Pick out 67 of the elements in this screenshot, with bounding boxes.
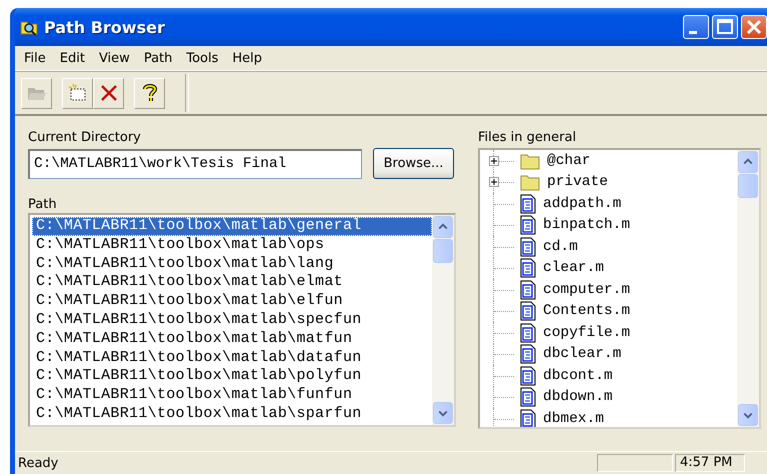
path-item[interactable]: C:\MATLABR11\toolbox\matlab\matfun: [32, 330, 432, 349]
file-icon: [520, 280, 536, 300]
scrollbar[interactable]: [432, 215, 454, 425]
path-item[interactable]: C:\MATLABR11\toolbox\matlab\ops: [32, 236, 432, 255]
file-icon: [520, 387, 536, 408]
scroll-thumb[interactable]: [738, 174, 758, 198]
file-name[interactable]: copyfile.m: [543, 324, 630, 341]
expand-icon[interactable]: [489, 156, 499, 166]
file-name[interactable]: binpatch.m: [543, 217, 630, 234]
file-name[interactable]: dbclear.m: [543, 346, 622, 362]
status-message: Ready: [18, 456, 58, 470]
scroll-up-button[interactable]: [433, 216, 453, 238]
path-item[interactable]: C:\MATLABR11\toolbox\matlab\elfun: [32, 292, 432, 311]
file-name[interactable]: dbdown.m: [543, 389, 613, 406]
path-item[interactable]: C:\MATLABR11\toolbox\matlab\datafun: [32, 348, 432, 368]
path-item[interactable]: C:\MATLABR11\toolbox\matlab\sparfun: [32, 404, 432, 424]
file-icon: [520, 215, 536, 236]
scroll-down-button[interactable]: [738, 404, 758, 426]
menu-item[interactable]: File: [17, 50, 53, 66]
file-icon: [520, 301, 536, 322]
menu-item[interactable]: Help: [225, 50, 270, 66]
folder-icon: [520, 173, 540, 192]
close-button[interactable]: [741, 15, 767, 39]
folder-name[interactable]: @char: [547, 152, 591, 169]
path-item[interactable]: C:\MATLABR11\toolbox\matlab\elmat: [32, 273, 432, 292]
browse-button[interactable]: Browse...: [373, 148, 454, 179]
file-icon: [520, 194, 536, 214]
help-button[interactable]: [134, 78, 165, 108]
list-label: Path: [28, 197, 58, 213]
delete-button[interactable]: [93, 78, 124, 108]
minimize-button[interactable]: [683, 15, 709, 39]
path-item[interactable]: C:\MATLABR11\toolbox\matlab\general: [32, 217, 432, 236]
folder-name[interactable]: private: [547, 174, 608, 190]
field-label: Current Directory: [28, 130, 142, 146]
file-icon: [520, 322, 536, 343]
file-icon: [520, 366, 536, 386]
menu-item[interactable]: Path: [136, 50, 180, 66]
file-name[interactable]: Contents.m: [543, 303, 630, 320]
scrollbar[interactable]: [737, 150, 759, 427]
menu-item[interactable]: View: [92, 50, 137, 66]
status-time: 4:57 PM: [675, 454, 745, 472]
path-item[interactable]: C:\MATLABR11\toolbox\matlab\specfun: [32, 310, 432, 330]
file-icon: [520, 258, 536, 278]
path-item[interactable]: C:\MATLABR11\toolbox\matlab\funfun: [32, 386, 432, 405]
path-item[interactable]: C:\MATLABR11\toolbox\matlab\lang: [32, 254, 432, 274]
menu-item[interactable]: Edit: [52, 50, 92, 66]
minimize-icon: [689, 30, 697, 34]
file-name[interactable]: dbmex.m: [543, 410, 604, 427]
menu-item[interactable]: Tools: [179, 50, 226, 66]
folder-icon: [520, 152, 540, 170]
maximize-button[interactable]: [712, 15, 738, 39]
file-name[interactable]: addpath.m: [543, 196, 622, 212]
path-item[interactable]: C:\MATLABR11\toolbox\matlab\polyfun: [32, 367, 432, 386]
file-icon: [520, 344, 536, 364]
directory-field[interactable]: C:\MATLABR11\work\Tesis Final: [28, 148, 362, 178]
scroll-up-button[interactable]: [738, 151, 758, 173]
scroll-down-button[interactable]: [433, 402, 453, 424]
window-title: Path Browser: [44, 18, 165, 36]
file-name[interactable]: clear.m: [543, 260, 604, 276]
tree-label: Files in general: [478, 130, 578, 146]
file-name[interactable]: dbcont.m: [543, 368, 613, 384]
file-icon: [520, 236, 536, 257]
file-name[interactable]: cd.m: [543, 238, 578, 255]
scroll-thumb[interactable]: [433, 239, 453, 263]
new-button[interactable]: [62, 78, 93, 108]
expand-icon[interactable]: [489, 177, 499, 188]
file-name[interactable]: computer.m: [543, 282, 630, 298]
